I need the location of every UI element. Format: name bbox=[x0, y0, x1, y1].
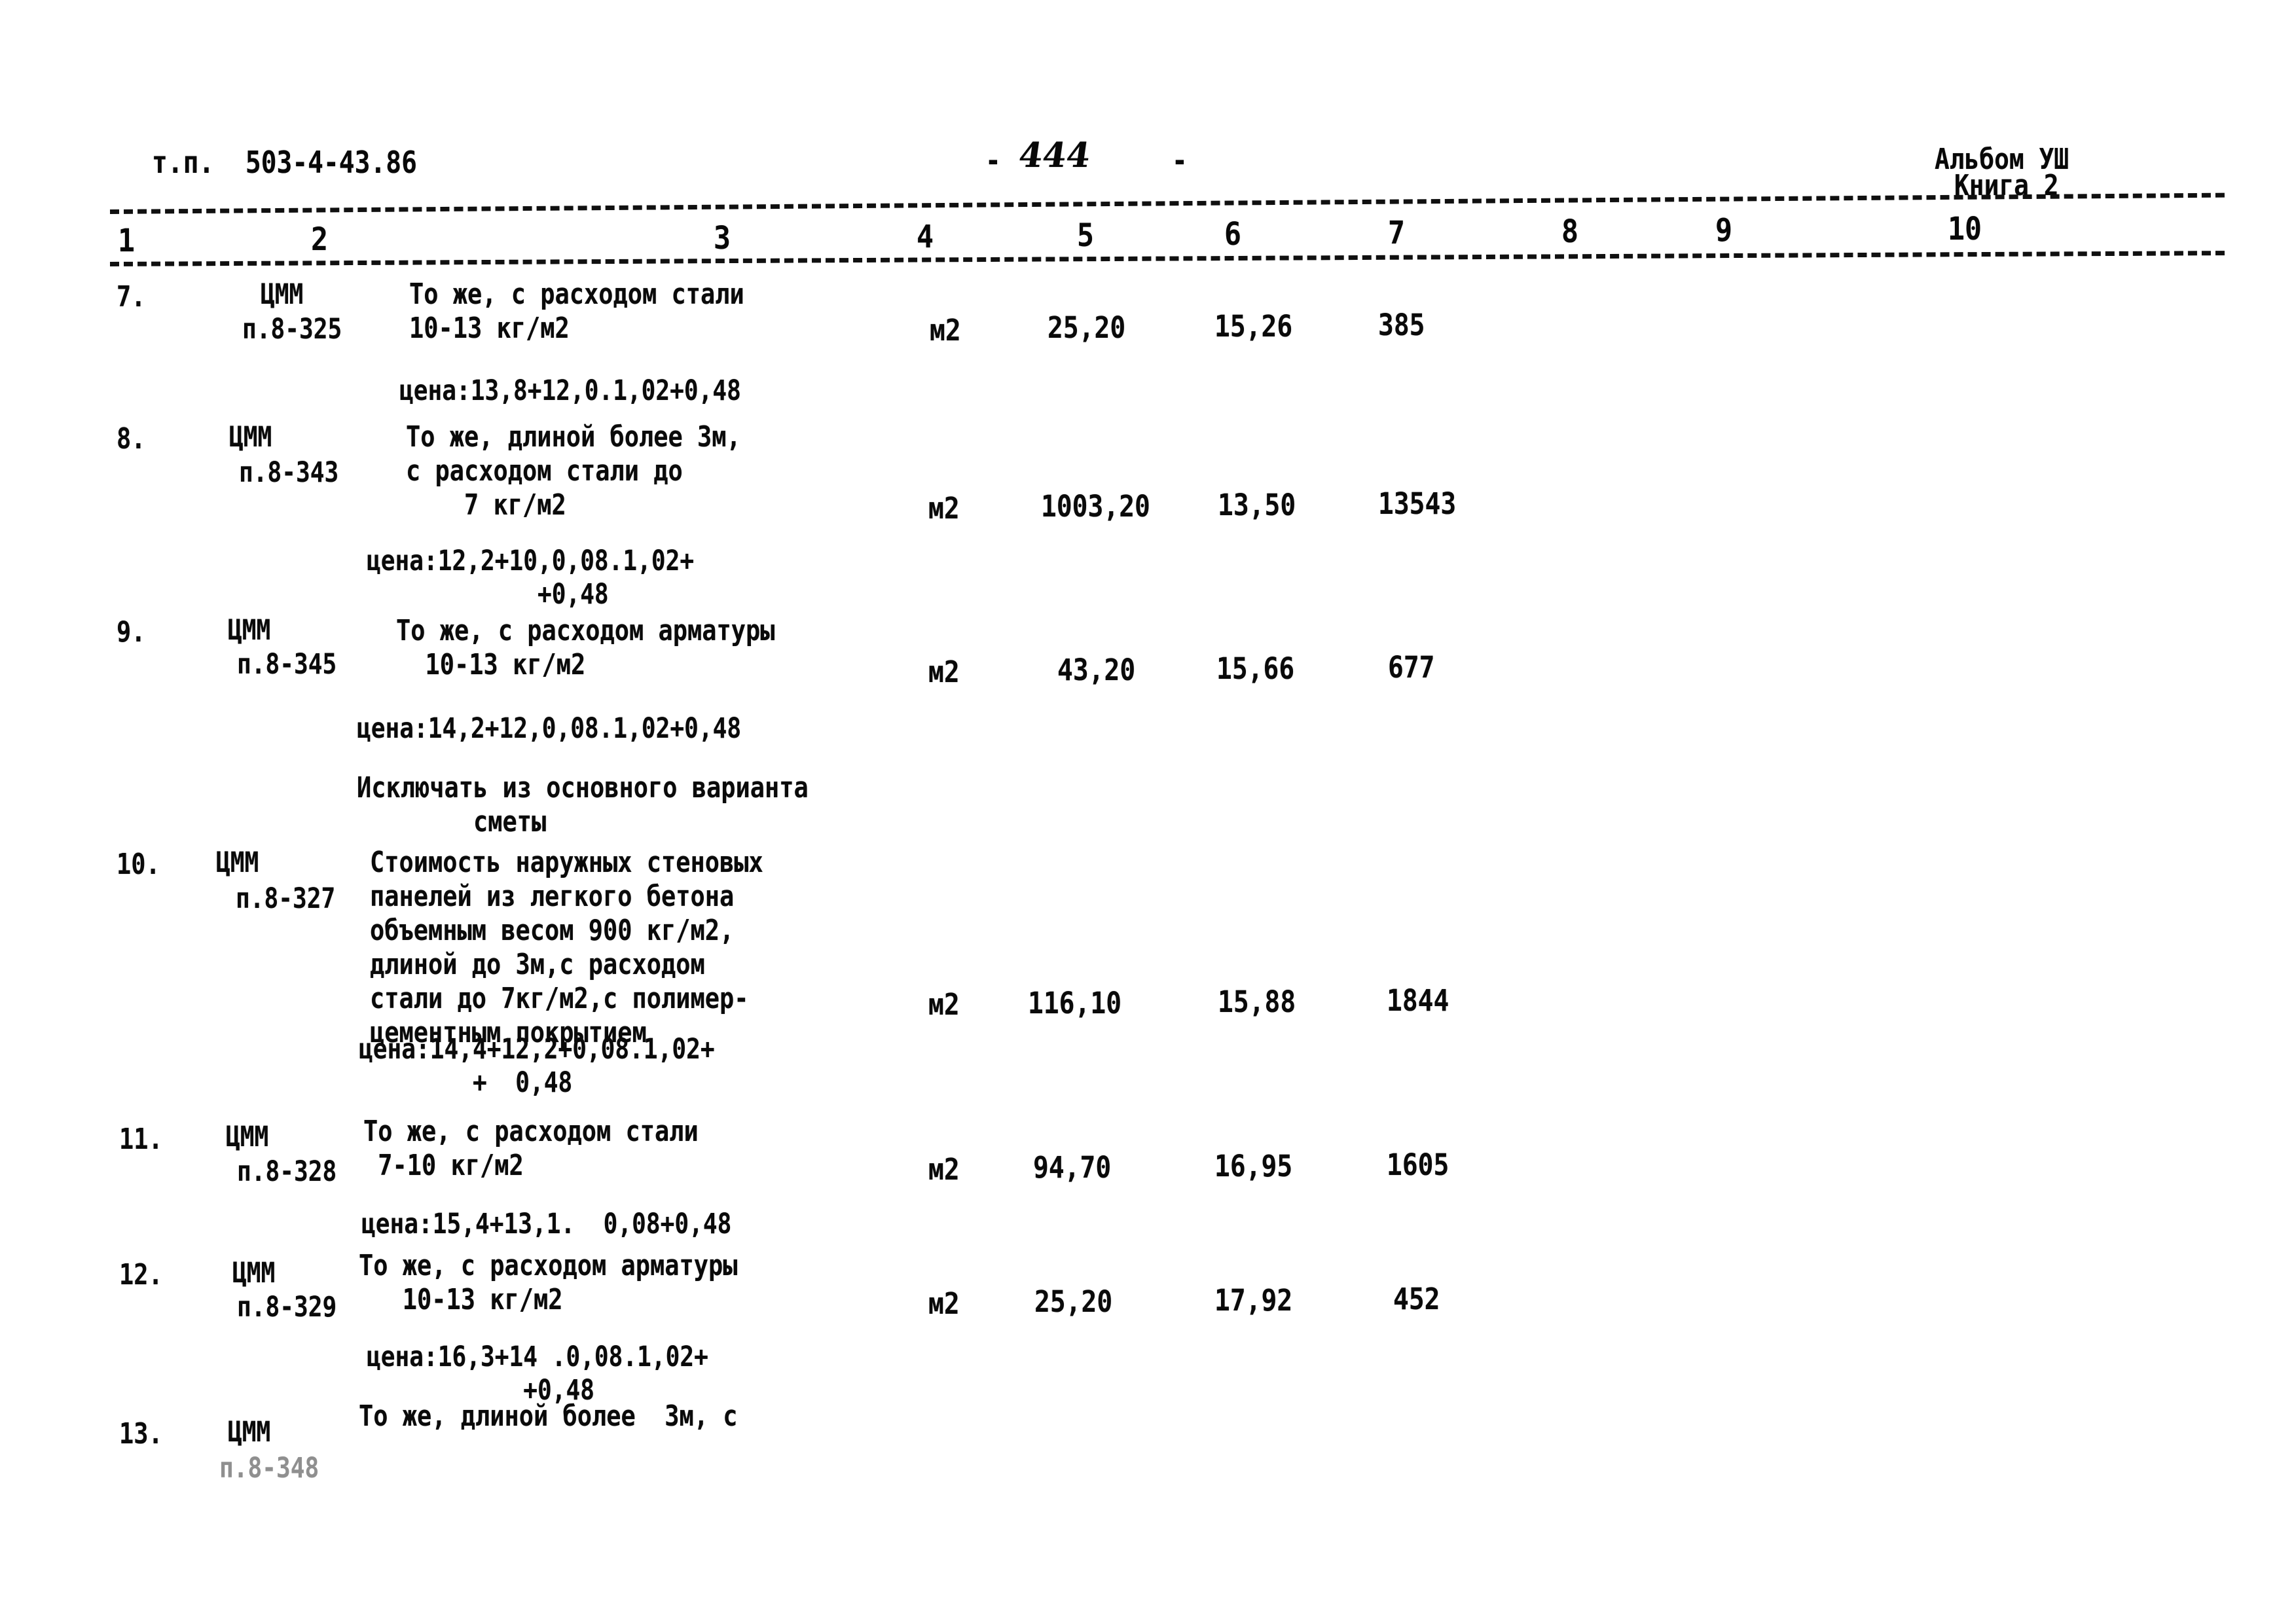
row-code-item: п.8-328 bbox=[237, 1155, 337, 1188]
row-description: То же, с расходом арматуры 10-13 кг/м2 bbox=[396, 614, 775, 681]
row-col7: 677 bbox=[1388, 650, 1435, 685]
row-col5: 1003,20 bbox=[1041, 489, 1150, 524]
row-col6: 13,50 bbox=[1218, 488, 1296, 522]
row-number: 8. bbox=[117, 422, 146, 456]
row-number: 10. bbox=[117, 848, 160, 881]
row-col5: 94,70 bbox=[1033, 1150, 1112, 1185]
row-code-org: ЦММ bbox=[261, 278, 304, 311]
row-price: цена:14,2+12,0,08.1,02+0,48 bbox=[357, 712, 742, 745]
table-top-rule bbox=[109, 192, 2225, 214]
column-number-6: 6 bbox=[1224, 216, 1242, 253]
column-number-2: 2 bbox=[311, 221, 329, 258]
column-number-1: 1 bbox=[118, 223, 136, 259]
row-code-item: п.8-329 bbox=[237, 1291, 337, 1324]
row-number: 11. bbox=[119, 1123, 163, 1156]
row-description: То же, длиной более 3м, с расходом стали… bbox=[406, 420, 741, 522]
row-col6: 17,92 bbox=[1214, 1283, 1293, 1318]
row-code-org: ЦММ bbox=[229, 421, 272, 454]
row-code-item: п.8-345 bbox=[237, 648, 337, 681]
row-code-item: п.8-325 bbox=[242, 313, 342, 346]
row-col7: 1844 bbox=[1387, 983, 1449, 1018]
exclusion-note: Исключать из основного варианта сметы bbox=[357, 771, 809, 839]
row-price: цена:13,8+12,0.1,02+0,48 bbox=[399, 374, 741, 407]
row-price: цена:14,4+12,2+0,08.1,02+ + 0,48 bbox=[359, 1033, 715, 1099]
row-description: То же, с расходом стали 7-10 кг/м2 bbox=[363, 1115, 699, 1182]
row-description: То же, с расходом стали 10-13 кг/м2 bbox=[409, 278, 744, 345]
column-number-9: 9 bbox=[1715, 212, 1733, 249]
row-number: 12. bbox=[119, 1258, 163, 1291]
row-col5: 116,10 bbox=[1028, 986, 1122, 1020]
row-unit: м2 bbox=[928, 1152, 960, 1187]
row-col6: 15,26 bbox=[1214, 309, 1293, 344]
row-description: То же, длиной более 3м, с bbox=[359, 1399, 738, 1433]
row-col5: 25,20 bbox=[1048, 310, 1126, 345]
row-code-org: ЦММ bbox=[216, 846, 259, 879]
column-number-3: 3 bbox=[714, 220, 731, 257]
row-code-item: п.8-327 bbox=[236, 882, 336, 915]
row-col5: 25,20 bbox=[1034, 1284, 1113, 1319]
row-number: 9. bbox=[117, 615, 146, 649]
row-unit: м2 bbox=[928, 491, 960, 526]
row-unit: м2 bbox=[928, 1286, 960, 1321]
row-code-org: ЦММ bbox=[232, 1257, 276, 1290]
row-number: 13. bbox=[119, 1417, 163, 1451]
row-col7: 385 bbox=[1378, 308, 1425, 342]
row-col6: 15,66 bbox=[1216, 651, 1295, 686]
row-unit: м2 bbox=[930, 313, 961, 348]
row-13-clipped-region: 13. ЦММ п.8-348 То же, длиной более 3м, … bbox=[0, 1362, 2296, 1479]
row-code-org: ЦММ bbox=[226, 1121, 269, 1153]
page-number: 444 bbox=[1016, 135, 1093, 175]
row-description: Стоимость наружных стеновых панелей из л… bbox=[370, 846, 763, 1049]
table-header-bottom-rule bbox=[109, 251, 2225, 266]
row-price: цена:12,2+10,0,08.1,02+ +0,48 bbox=[367, 545, 695, 611]
column-number-5: 5 bbox=[1077, 217, 1095, 254]
row-number: 7. bbox=[117, 280, 146, 314]
row-unit: м2 bbox=[928, 987, 960, 1022]
row-code-item: п.8-348 bbox=[219, 1452, 319, 1479]
scanned-document-page: т.п. 503-4-43.86 - 444 - Альбом УШ Книга… bbox=[0, 0, 2296, 1624]
page-number-dash-right: - bbox=[1172, 143, 1188, 178]
page-number-dash-left: - bbox=[985, 143, 1001, 178]
row-code-org: ЦММ bbox=[228, 614, 271, 647]
row-col6: 16,95 bbox=[1214, 1149, 1293, 1183]
row-unit: м2 bbox=[928, 655, 960, 689]
row-description: То же, с расходом арматуры 10-13 кг/м2 bbox=[359, 1249, 738, 1316]
column-number-4: 4 bbox=[917, 219, 934, 255]
row-price: цена:15,4+13,1. 0,08+0,48 bbox=[361, 1208, 732, 1240]
row-code-item: п.8-343 bbox=[239, 456, 339, 489]
column-number-8: 8 bbox=[1561, 213, 1579, 250]
document-code: т.п. 503-4-43.86 bbox=[152, 145, 417, 180]
row-col6: 15,88 bbox=[1218, 984, 1296, 1019]
row-code-org: ЦММ bbox=[228, 1416, 271, 1449]
column-number-10: 10 bbox=[1948, 211, 1982, 247]
row-col7: 13543 bbox=[1378, 486, 1457, 521]
row-col7: 452 bbox=[1393, 1282, 1440, 1316]
column-number-7: 7 bbox=[1388, 215, 1406, 251]
row-col7: 1605 bbox=[1387, 1147, 1449, 1182]
row-col5: 43,20 bbox=[1057, 653, 1136, 687]
